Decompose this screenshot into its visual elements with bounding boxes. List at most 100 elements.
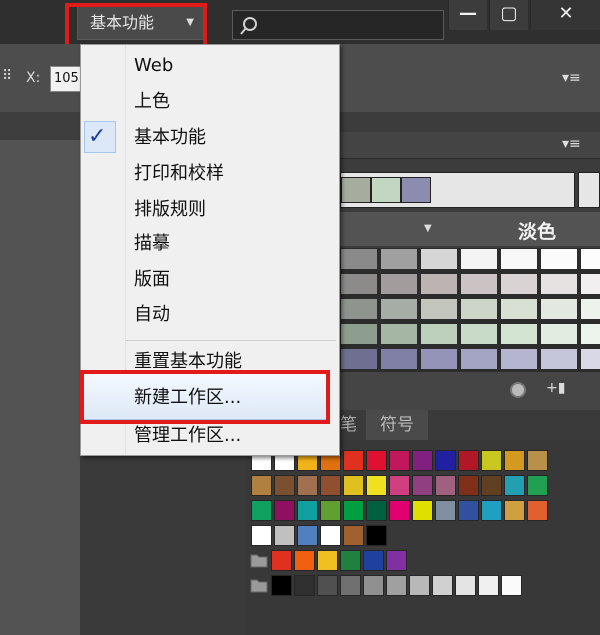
menu-item-layout[interactable]: 版面 (134, 269, 170, 291)
color-chip[interactable] (401, 177, 431, 203)
color-swatch[interactable] (297, 475, 318, 496)
color-swatch[interactable] (478, 575, 499, 596)
color-swatch[interactable] (432, 575, 453, 596)
color-swatch[interactable] (527, 450, 548, 471)
harmony-cell[interactable] (500, 248, 538, 270)
color-swatch[interactable] (435, 450, 456, 471)
color-swatch[interactable] (504, 500, 525, 521)
color-swatch[interactable] (386, 550, 407, 571)
harmony-cell[interactable] (460, 323, 498, 345)
color-swatch[interactable] (435, 500, 456, 521)
swatch-group-folder-icon[interactable] (249, 550, 270, 571)
menu-item-tracing[interactable]: 描摹 (134, 233, 170, 255)
color-swatch[interactable] (389, 475, 410, 496)
menu-item-essentials[interactable]: 基本功能 (134, 127, 206, 149)
color-swatch[interactable] (481, 475, 502, 496)
harmony-cell[interactable] (380, 273, 418, 295)
color-swatch[interactable] (366, 475, 387, 496)
search-input[interactable] (232, 10, 444, 40)
harmony-cell[interactable] (460, 273, 498, 295)
restore-button[interactable]: ▢ (489, 0, 528, 30)
color-swatch[interactable] (274, 525, 295, 546)
harmony-cell[interactable] (380, 248, 418, 270)
minimize-button[interactable]: — (448, 0, 487, 30)
color-swatch[interactable] (251, 500, 272, 521)
color-swatch[interactable] (343, 500, 364, 521)
color-swatch[interactable] (527, 475, 548, 496)
color-swatch[interactable] (458, 450, 479, 471)
color-swatch[interactable] (363, 575, 384, 596)
color-swatch[interactable] (412, 500, 433, 521)
harmony-cell[interactable] (500, 323, 538, 345)
color-swatch[interactable] (271, 575, 292, 596)
harmony-cell[interactable] (380, 348, 418, 370)
menu-item-manage-workspaces[interactable]: 管理工作区... (134, 425, 241, 447)
color-swatch[interactable] (340, 550, 361, 571)
harmony-cell[interactable] (340, 348, 378, 370)
harmony-cell[interactable] (420, 248, 458, 270)
harmony-cell[interactable] (500, 273, 538, 295)
color-chip[interactable] (341, 177, 371, 203)
color-swatch[interactable] (363, 550, 384, 571)
color-swatch[interactable] (527, 500, 548, 521)
color-swatch[interactable] (320, 475, 341, 496)
harmony-cell[interactable] (580, 298, 600, 320)
harmony-cell[interactable] (380, 298, 418, 320)
color-swatch[interactable] (458, 475, 479, 496)
color-swatch[interactable] (274, 500, 295, 521)
harmony-cell[interactable] (540, 323, 578, 345)
color-swatch[interactable] (412, 450, 433, 471)
harmony-cell[interactable] (420, 348, 458, 370)
color-wheel-icon[interactable] (510, 382, 526, 398)
color-swatch[interactable] (389, 500, 410, 521)
tab-brushes[interactable]: 笔 (340, 410, 362, 440)
color-swatch[interactable] (412, 475, 433, 496)
harmony-cell[interactable] (500, 298, 538, 320)
harmony-cell[interactable] (540, 248, 578, 270)
color-swatch[interactable] (317, 575, 338, 596)
harmony-cell[interactable] (380, 323, 418, 345)
harmony-cell[interactable] (580, 323, 600, 345)
color-swatch[interactable] (317, 550, 338, 571)
color-swatch[interactable] (504, 450, 525, 471)
close-button[interactable]: ✕ (530, 0, 600, 30)
color-swatch[interactable] (501, 575, 522, 596)
color-swatch[interactable] (251, 525, 272, 546)
color-swatch[interactable] (389, 450, 410, 471)
harmony-cell[interactable] (460, 298, 498, 320)
harmony-cell[interactable] (580, 273, 600, 295)
color-swatch[interactable] (297, 525, 318, 546)
color-swatch[interactable] (343, 450, 364, 471)
harmony-cell[interactable] (580, 248, 600, 270)
color-swatch[interactable] (455, 575, 476, 596)
harmony-cell[interactable] (460, 248, 498, 270)
color-swatch[interactable] (481, 450, 502, 471)
color-swatch[interactable] (366, 450, 387, 471)
panel-menu-icon[interactable]: ▾≡ (562, 70, 581, 86)
color-swatch[interactable] (435, 475, 456, 496)
menu-item-print-proof[interactable]: 打印和校样 (134, 163, 224, 185)
color-swatch[interactable] (251, 475, 272, 496)
color-swatch[interactable] (366, 525, 387, 546)
color-swatch[interactable] (294, 575, 315, 596)
tab-symbols[interactable]: 符号 (366, 410, 428, 440)
panel-menu-icon[interactable]: ▾≡ (562, 136, 581, 152)
color-swatch[interactable] (274, 475, 295, 496)
harmony-cell[interactable] (540, 273, 578, 295)
harmony-cell[interactable] (460, 348, 498, 370)
harmony-color-strip[interactable] (340, 172, 575, 208)
harmony-cell[interactable] (540, 348, 578, 370)
harmony-cell[interactable] (420, 323, 458, 345)
harmony-variation-grid[interactable] (340, 248, 600, 372)
harmony-cell[interactable] (580, 348, 600, 370)
color-swatch[interactable] (366, 500, 387, 521)
color-swatch[interactable] (294, 550, 315, 571)
chevron-down-icon[interactable]: ▼ (424, 223, 432, 234)
harmony-cell[interactable] (420, 298, 458, 320)
color-swatch[interactable] (481, 500, 502, 521)
harmony-cell[interactable] (420, 273, 458, 295)
color-swatch[interactable] (458, 500, 479, 521)
menu-item-typography[interactable]: 排版规则 (134, 199, 206, 221)
color-swatch[interactable] (320, 525, 341, 546)
color-swatch[interactable] (504, 475, 525, 496)
